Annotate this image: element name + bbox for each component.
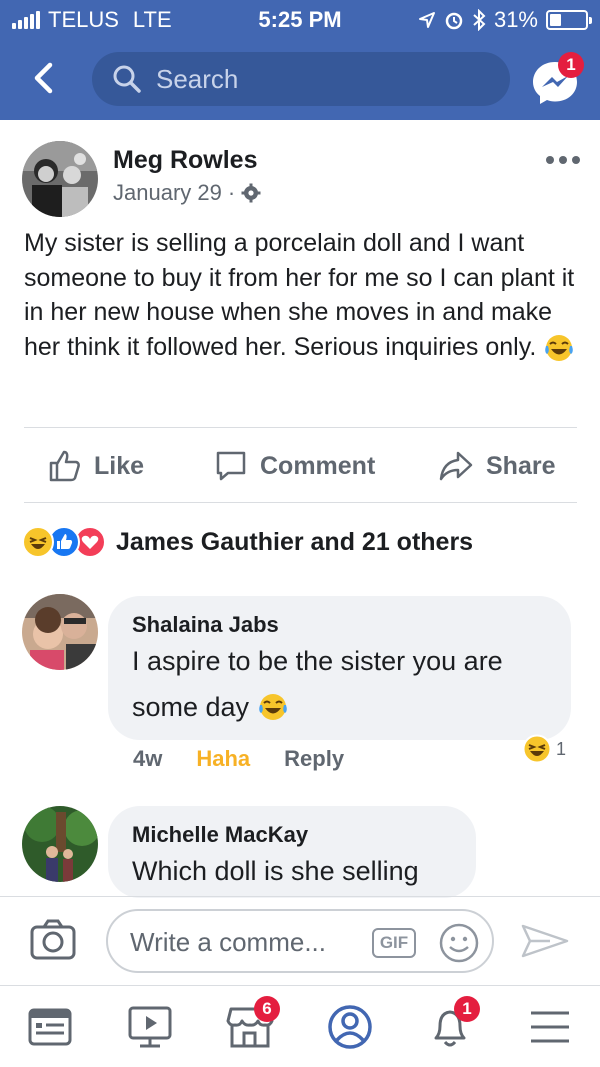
search-placeholder: Search (156, 63, 239, 94)
send-icon[interactable] (520, 923, 570, 959)
divider (24, 427, 577, 428)
author-avatar[interactable] (22, 141, 98, 217)
comment-composer: Write a comme... GIF (0, 896, 600, 984)
comment-author[interactable]: Shalaina Jabs (132, 612, 279, 638)
back-arrow-icon[interactable] (26, 60, 62, 96)
comment-bubble: Michelle MacKay Which doll is she sellin… (108, 806, 476, 898)
tab-watch[interactable] (100, 986, 200, 1067)
bluetooth-icon (473, 9, 486, 31)
sticker-smile-icon[interactable] (438, 922, 480, 964)
comment-reaction-count[interactable]: 1 (522, 734, 566, 764)
search-icon (113, 65, 141, 93)
news-feed-icon (28, 1008, 72, 1046)
commenter-avatar[interactable] (22, 806, 98, 882)
comment-text-line1: I aspire to be the sister you are (132, 646, 503, 676)
comment-input[interactable]: Write a comme... GIF (106, 909, 494, 973)
tab-menu[interactable] (500, 986, 600, 1067)
bottom-navigation: 6 1 (0, 985, 600, 1067)
comment-meta: 4w Haha Reply (133, 746, 344, 772)
post-actions: Like Comment Share (0, 436, 600, 496)
haha-reaction-icon (522, 734, 552, 764)
post-text: My sister is selling a porcelain doll an… (24, 229, 575, 361)
tears-of-joy-emoji-icon (545, 334, 574, 361)
like-label: Like (94, 451, 145, 480)
camera-icon[interactable] (30, 919, 76, 961)
comment-bubble-icon (216, 451, 246, 481)
comment-label: Comment (260, 451, 376, 480)
comment-text-line2-row: some day (132, 684, 289, 730)
share-label: Share (486, 451, 556, 480)
comment-text: Which doll is she selling (132, 856, 419, 886)
post-body: My sister is selling a porcelain doll an… (24, 226, 584, 364)
hamburger-menu-icon (531, 1011, 569, 1043)
avatar-photo (22, 806, 98, 882)
top-bar: TELUS LTE 5:25 PM 31% Search 1 (0, 0, 600, 120)
tears-of-joy-emoji-icon (259, 694, 287, 720)
post-author[interactable]: Meg Rowles (113, 146, 257, 175)
post-date[interactable]: January 29 (113, 180, 222, 206)
tab-marketplace[interactable]: 6 (200, 986, 300, 1067)
share-button[interactable]: Share (438, 436, 555, 496)
comment-button[interactable]: Comment (214, 436, 375, 496)
avatar-photo (22, 594, 98, 670)
notifications-badge: 1 (454, 996, 480, 1022)
status-bar: TELUS LTE 5:25 PM 31% (0, 0, 600, 38)
reactions-text: James Gauthier and 21 others (116, 527, 474, 556)
messenger-button[interactable]: 1 (530, 52, 584, 108)
tab-profile[interactable] (300, 986, 400, 1067)
privacy-gear-icon (241, 183, 261, 203)
thumbs-up-icon (49, 450, 80, 482)
commenter-avatar[interactable] (22, 594, 98, 670)
battery-percent: 31% (493, 7, 538, 32)
comment-author[interactable]: Michelle MacKay (132, 822, 308, 848)
search-input[interactable]: Search (92, 52, 510, 106)
messenger-badge: 1 (558, 52, 584, 78)
gif-button[interactable]: GIF (372, 928, 416, 958)
reactions-summary[interactable]: James Gauthier and 21 others (22, 526, 473, 558)
comment-bubble: Shalaina Jabs I aspire to be the sister … (108, 596, 571, 740)
like-button[interactable]: Like (48, 436, 144, 496)
profile-icon (328, 1005, 372, 1049)
tab-notifications[interactable]: 1 (400, 986, 500, 1067)
haha-reaction-icon (22, 526, 54, 558)
haha-reaction-button[interactable]: Haha (196, 746, 250, 772)
comment-input-placeholder: Write a comme... (130, 927, 327, 957)
marketplace-badge: 6 (254, 996, 280, 1022)
comment-text-line2: some day (132, 692, 250, 722)
video-play-icon (128, 1006, 172, 1048)
divider (24, 502, 577, 503)
reaction-count: 1 (556, 738, 567, 759)
location-icon (418, 12, 435, 28)
share-arrow-icon (439, 451, 473, 481)
alarm-icon (445, 12, 463, 30)
reply-button[interactable]: Reply (284, 746, 344, 772)
tab-news-feed[interactable] (0, 986, 100, 1067)
avatar-photo (22, 141, 98, 217)
more-options-button[interactable] (546, 156, 580, 164)
battery-icon (546, 10, 592, 30)
post-date-row: January 29 · (113, 180, 261, 206)
date-separator: · (227, 180, 236, 205)
comment-time: 4w (133, 746, 163, 771)
